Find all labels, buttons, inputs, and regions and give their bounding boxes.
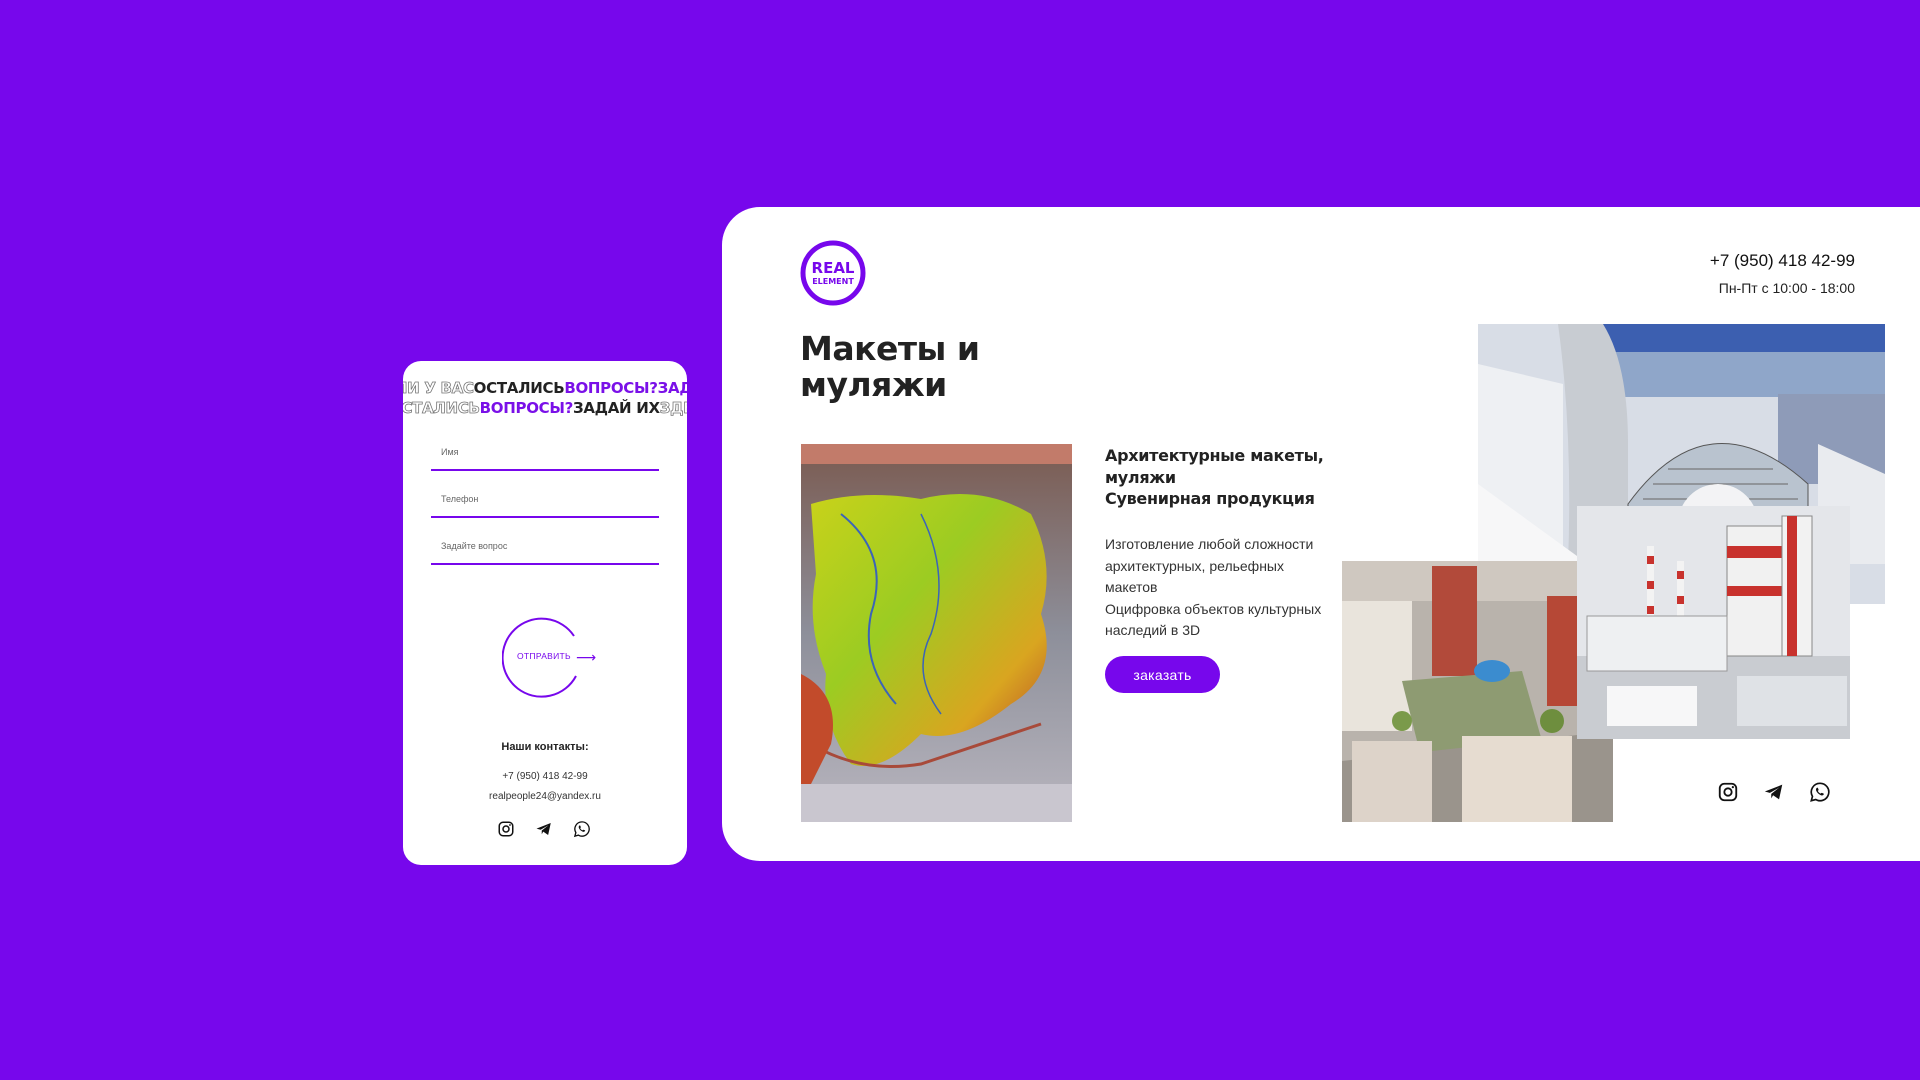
telegram-icon[interactable]: [535, 820, 553, 838]
marquee-text: ВОПРОСЫ?: [479, 399, 574, 417]
instagram-icon[interactable]: [497, 820, 515, 838]
question-field: [431, 533, 659, 565]
subtitle-line: Сувенирная продукция: [1105, 489, 1315, 508]
contact-phone-link[interactable]: +7 (950) 418 42-99: [403, 771, 687, 782]
desktop-landing-card: REAL ELEMENT +7 (950) 418 42-99 Пн-Пт с …: [722, 207, 1920, 861]
social-links: [1717, 781, 1831, 803]
marquee-text: ЗАДАЙ ИХ: [573, 399, 660, 417]
question-input[interactable]: [431, 533, 659, 559]
power-plant-model-photo: [1577, 506, 1850, 739]
phone-input[interactable]: [431, 486, 659, 512]
subtitle-line: Архитектурные макеты,: [1105, 446, 1324, 465]
send-label: ОТПРАВИТЬ: [517, 651, 571, 661]
title-line: муляжи: [800, 365, 947, 404]
whatsapp-icon[interactable]: [1809, 781, 1831, 803]
working-hours: Пн-Пт с 10:00 - 18:00: [1718, 280, 1855, 296]
social-links: [497, 820, 591, 838]
svg-text:REAL: REAL: [812, 259, 855, 277]
marquee-text: ОСТАЛИСЬ: [403, 399, 480, 417]
marquee-text: ЛИ У ВАС: [403, 379, 474, 397]
district-model-photo: [1342, 561, 1613, 822]
mobile-contact-card: ЛИ У ВАС ОСТАЛИСЬ ВОПРОСЫ? ЗАДА ОСТАЛИСЬ…: [403, 361, 687, 865]
marquee-text: ЗДЕ: [659, 399, 687, 417]
real-element-logo[interactable]: REAL ELEMENT: [800, 240, 866, 306]
order-button[interactable]: заказать: [1105, 656, 1220, 693]
description-line: макетов: [1105, 579, 1158, 595]
svg-text:ELEMENT: ELEMENT: [812, 277, 854, 286]
contacts-title: Наши контакты:: [501, 741, 589, 753]
header-phone-link[interactable]: +7 (950) 418 42-99: [1710, 251, 1855, 271]
page-title: Макеты и муляжи: [800, 331, 1020, 403]
marquee-text: ВОПРОСЫ?: [564, 379, 658, 397]
arrow-right-icon: ⟶: [576, 649, 597, 665]
description-line: архитектурных, рельефных: [1105, 557, 1284, 574]
questions-marquee-line-2: ОСТАЛИСЬ ВОПРОСЫ? ЗАДАЙ ИХ ЗДЕ: [403, 399, 687, 417]
description-line: Изготовление любой сложности: [1105, 536, 1314, 552]
services-description: Изготовление любой сложности архитектурн…: [1105, 534, 1350, 642]
marquee-text: ОСТАЛИСЬ: [473, 379, 565, 397]
questions-marquee-line-1: ЛИ У ВАС ОСТАЛИСЬ ВОПРОСЫ? ЗАДА: [403, 379, 687, 397]
description-line: наследий в 3D: [1105, 622, 1201, 638]
name-field: [431, 439, 659, 471]
subtitle-line: муляжи: [1105, 467, 1176, 487]
marquee-text: ЗАДА: [657, 379, 687, 397]
contact-email-link[interactable]: realpeople24@yandex.ru: [403, 791, 687, 802]
relief-map-photo: [801, 444, 1072, 822]
telegram-icon[interactable]: [1763, 781, 1785, 803]
instagram-icon[interactable]: [1717, 781, 1739, 803]
services-subtitle: Архитектурные макеты, муляжи Сувенирная …: [1105, 445, 1355, 510]
description-line: Оцифровка объектов культурных: [1105, 600, 1322, 617]
phone-field: [431, 486, 659, 518]
send-button[interactable]: ОТПРАВИТЬ ⟶: [502, 616, 596, 698]
title-line: Макеты и: [800, 329, 980, 368]
whatsapp-icon[interactable]: [573, 820, 591, 838]
name-input[interactable]: [431, 439, 659, 465]
